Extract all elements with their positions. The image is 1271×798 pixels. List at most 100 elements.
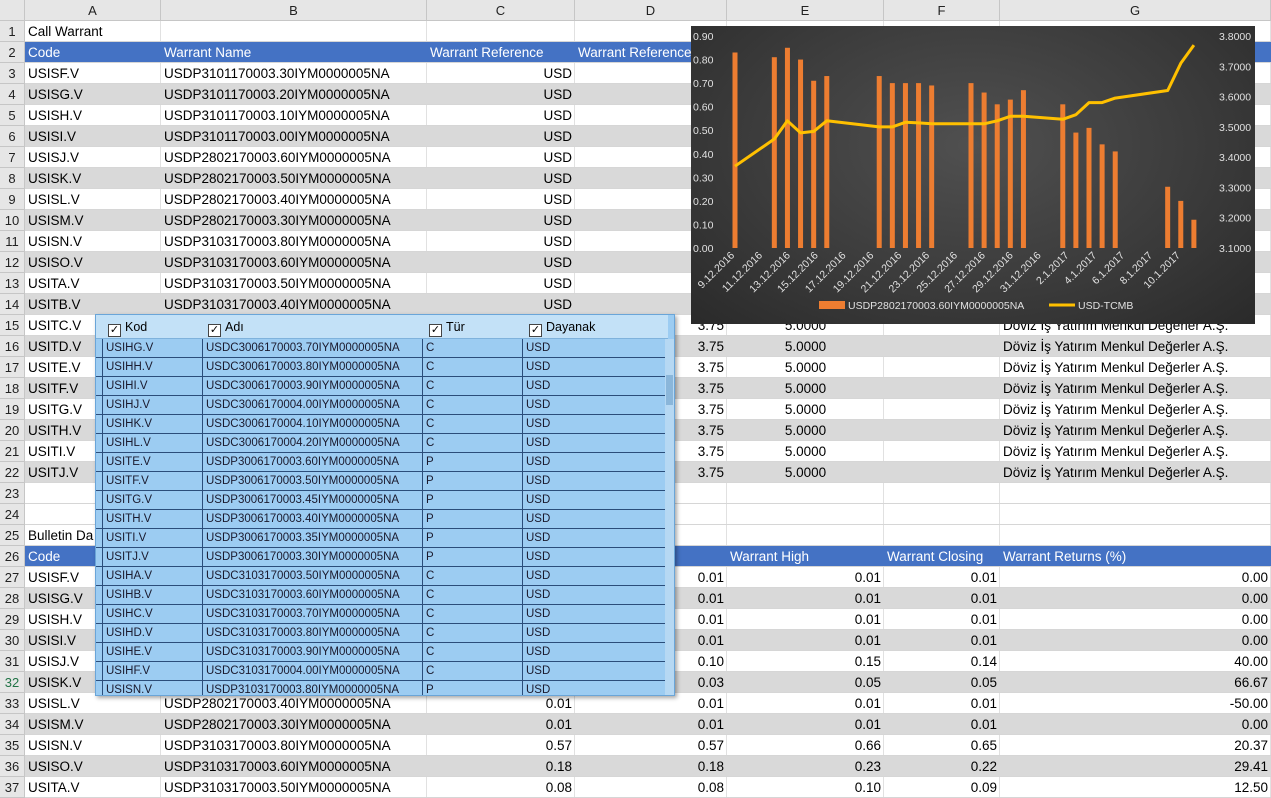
row-number[interactable]: 33 — [0, 693, 25, 714]
cell-warrant-name[interactable]: USDP2802170003.30IYM0000005NA — [161, 210, 427, 231]
cell-warrant-name[interactable]: USDP2802170003.30IYM0000005NA — [161, 714, 427, 735]
cell-warrant-name[interactable]: USDP3103170003.60IYM0000005NA — [161, 252, 427, 273]
cell-high[interactable]: 0.15 — [727, 651, 884, 672]
cell-closing[interactable]: 0.22 — [884, 756, 1000, 777]
popup-list-item[interactable]: USIHH.V USDC3006170003.80IYM0000005NA C USD — [96, 358, 668, 377]
cell-issuer[interactable]: Döviz İş Yatırım Menkul Değerler A.Ş. — [1000, 441, 1271, 462]
cell-code[interactable]: USISO.V — [25, 252, 161, 273]
cell-reference[interactable]: USD — [427, 210, 575, 231]
popup-scrollbar-thumb[interactable] — [666, 375, 673, 405]
select-all-corner[interactable] — [0, 0, 25, 21]
column-header-c[interactable]: C — [427, 0, 575, 21]
cell-ratio[interactable]: 5.0000 — [727, 378, 884, 399]
popup-list-item[interactable]: USISN.V USDP3103170003.80IYM0000005NA P USD — [96, 681, 668, 695]
row-number[interactable]: 1 — [0, 21, 25, 42]
cell-code[interactable]: USISM.V — [25, 210, 161, 231]
cell-code[interactable]: USISN.V — [25, 735, 161, 756]
cell-high[interactable]: 0.05 — [727, 672, 884, 693]
header-cell-warrant-reference[interactable]: Warrant Reference — [427, 42, 575, 63]
cell-issuer[interactable]: Döviz İş Yatırım Menkul Değerler A.Ş. — [1000, 336, 1271, 357]
row-number[interactable]: 30 — [0, 630, 25, 651]
cell-code[interactable]: USISN.V — [25, 231, 161, 252]
cell-issuer[interactable]: Döviz İş Yatırım Menkul Değerler A.Ş. — [1000, 462, 1271, 483]
cell-warrant-name[interactable]: USDP2802170003.50IYM0000005NA — [161, 168, 427, 189]
row-number[interactable]: 12 — [0, 252, 25, 273]
cell-warrant-name[interactable]: USDP3101170003.20IYM0000005NA — [161, 84, 427, 105]
row-number[interactable]: 17 — [0, 357, 25, 378]
popup-list-item[interactable]: USIHE.V USDC3103170003.90IYM0000005NA C USD — [96, 643, 668, 662]
cell-closing[interactable]: 0.14 — [884, 651, 1000, 672]
cell-high[interactable]: 0.01 — [727, 693, 884, 714]
cell-open[interactable]: 0.57 — [427, 735, 575, 756]
cell-reference[interactable]: USD — [427, 294, 575, 315]
cell-warrant-name[interactable]: USDP3103170003.50IYM0000005NA — [161, 273, 427, 294]
cell-reference[interactable]: USD — [427, 63, 575, 84]
header-cell-code[interactable]: Code — [25, 42, 161, 63]
cell-returns[interactable]: 0.00 — [1000, 609, 1271, 630]
cell-low[interactable]: 0.57 — [575, 735, 727, 756]
row-number[interactable]: 3 — [0, 63, 25, 84]
cell-returns[interactable]: 40.00 — [1000, 651, 1271, 672]
checkbox-checked-icon[interactable]: ✓ — [108, 324, 121, 337]
row-number[interactable]: 25 — [0, 525, 25, 546]
row-number[interactable]: 16 — [0, 336, 25, 357]
popup-list-item[interactable]: USITH.V USDP3006170003.40IYM0000005NA P USD — [96, 510, 668, 529]
row-number[interactable]: 20 — [0, 420, 25, 441]
cell-warrant-name[interactable]: USDP3103170003.80IYM0000005NA — [161, 231, 427, 252]
popup-list-item[interactable]: USIHF.V USDC3103170004.00IYM0000005NA C USD — [96, 662, 668, 681]
filter-table-popup[interactable]: ✓ Kod ✓ Adı ✓ Tür ✓ Dayanak USIHG.V USDC30061… — [95, 314, 675, 696]
cell-warrant-name[interactable]: USDP3103170003.40IYM0000005NA — [161, 294, 427, 315]
cell-open[interactable]: 0.18 — [427, 756, 575, 777]
row-number[interactable]: 15 — [0, 315, 25, 336]
popup-list-item[interactable]: USITE.V USDP3006170003.60IYM0000005NA P USD — [96, 453, 668, 472]
cell-low[interactable]: 0.08 — [575, 777, 727, 798]
cell-returns[interactable]: 0.00 — [1000, 567, 1271, 588]
row-number[interactable]: 36 — [0, 756, 25, 777]
header-cell-warrant-closing[interactable]: Warrant Closing — [884, 546, 1000, 567]
cell-returns[interactable]: 0.00 — [1000, 630, 1271, 651]
cell-reference[interactable]: USD — [427, 126, 575, 147]
cell-closing[interactable]: 0.09 — [884, 777, 1000, 798]
cell-code[interactable]: USISM.V — [25, 714, 161, 735]
popup-list-item[interactable]: USIHL.V USDC3006170004.20IYM0000005NA C USD — [96, 434, 668, 453]
row-number[interactable]: 29 — [0, 609, 25, 630]
popup-list-item[interactable]: USIHB.V USDC3103170003.60IYM0000005NA C USD — [96, 586, 668, 605]
cell-warrant-name[interactable]: USDP3103170003.80IYM0000005NA — [161, 735, 427, 756]
popup-list-item[interactable]: USIHG.V USDC3006170003.70IYM0000005NA C USD — [96, 339, 668, 358]
cell-open[interactable]: 0.01 — [427, 714, 575, 735]
cell-closing[interactable]: 0.05 — [884, 672, 1000, 693]
cell-low[interactable]: 0.18 — [575, 756, 727, 777]
row-number[interactable]: 11 — [0, 231, 25, 252]
cell-reference[interactable]: USD — [427, 105, 575, 126]
row-number[interactable]: 28 — [0, 588, 25, 609]
chart-usdp-vs-usd-tcmb[interactable]: 0.90 0.80 0.70 0.60 0.50 0.40 0.30 0.20 0.10 0.00… — [691, 26, 1255, 324]
popup-list-item[interactable]: USITG.V USDP3006170003.45IYM0000005NA P USD — [96, 491, 668, 510]
cell-high[interactable]: 0.01 — [727, 714, 884, 735]
cell-code[interactable]: USISJ.V — [25, 147, 161, 168]
cell-closing[interactable]: 0.01 — [884, 609, 1000, 630]
cell-high[interactable]: 0.23 — [727, 756, 884, 777]
cell-open[interactable]: 0.01 — [427, 693, 575, 714]
cell-code[interactable]: USITA.V — [25, 273, 161, 294]
popup-list-item[interactable]: USIHK.V USDC3006170004.10IYM0000005NA C USD — [96, 415, 668, 434]
cell-warrant-name[interactable]: USDP2802170003.60IYM0000005NA — [161, 147, 427, 168]
row-number[interactable]: 10 — [0, 210, 25, 231]
row-number[interactable]: 22 — [0, 462, 25, 483]
header-cell-warrant-returns[interactable]: Warrant Returns (%) — [1000, 546, 1271, 567]
checkbox-checked-icon[interactable]: ✓ — [529, 324, 542, 337]
popup-list-item[interactable]: USIHJ.V USDC3006170004.00IYM0000005NA C USD — [96, 396, 668, 415]
checkbox-checked-icon[interactable]: ✓ — [429, 324, 442, 337]
cell-issuer[interactable]: Döviz İş Yatırım Menkul Değerler A.Ş. — [1000, 357, 1271, 378]
popup-list-item[interactable]: USIHC.V USDC3103170003.70IYM0000005NA C USD — [96, 605, 668, 624]
cell-closing[interactable]: 0.01 — [884, 567, 1000, 588]
row-number[interactable]: 4 — [0, 84, 25, 105]
header-cell-warrant-high[interactable]: Warrant High — [727, 546, 884, 567]
cell-high[interactable]: 0.01 — [727, 567, 884, 588]
cell-reference[interactable]: USD — [427, 189, 575, 210]
row-number[interactable]: 2 — [0, 42, 25, 63]
cell-closing[interactable]: 0.01 — [884, 630, 1000, 651]
popup-list-item[interactable]: USIHD.V USDC3103170003.80IYM0000005NA C USD — [96, 624, 668, 643]
cell-high[interactable]: 0.01 — [727, 609, 884, 630]
cell-warrant-name[interactable]: USDP3101170003.00IYM0000005NA — [161, 126, 427, 147]
cell-code[interactable]: USISL.V — [25, 189, 161, 210]
